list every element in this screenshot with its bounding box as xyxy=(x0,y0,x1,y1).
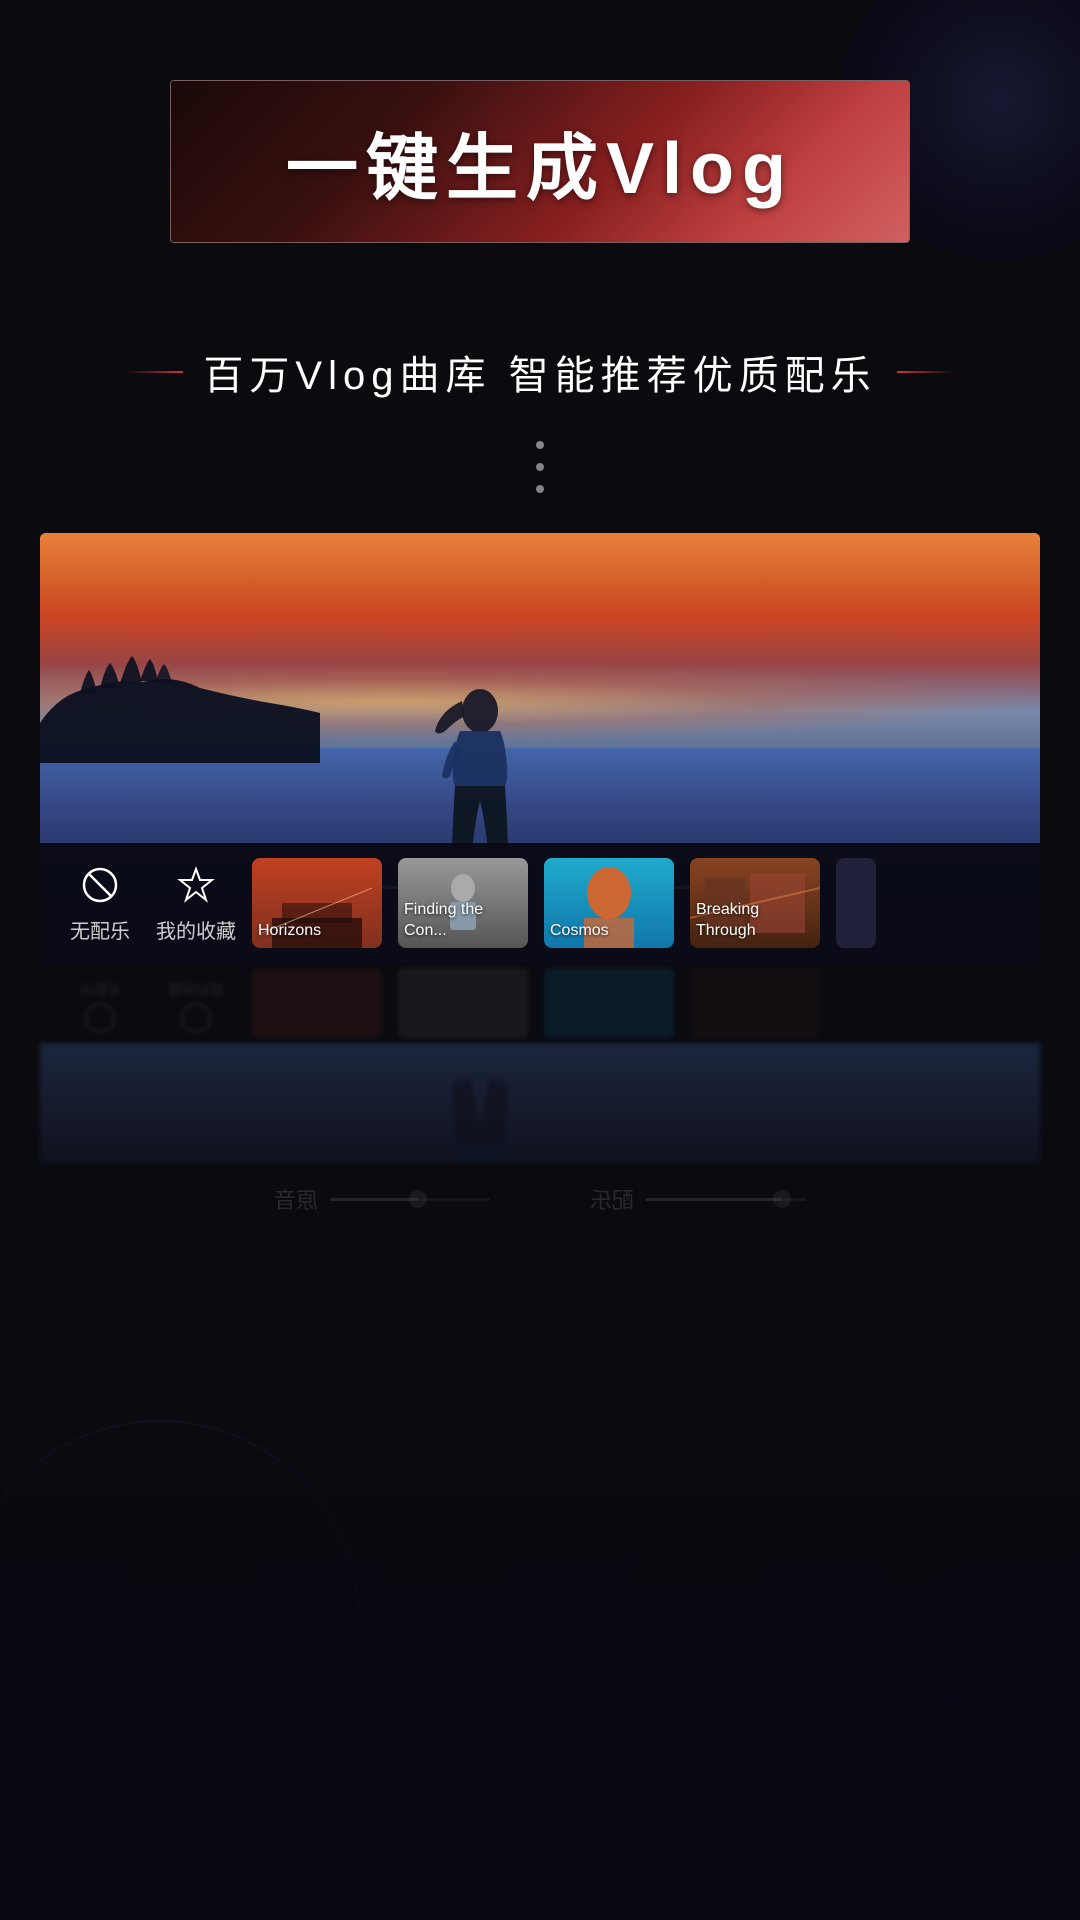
track-cosmos[interactable]: Cosmos xyxy=(544,858,674,948)
track-breaking-through[interactable]: Breaking Through xyxy=(690,858,820,948)
no-music-icon xyxy=(78,863,122,907)
track-horizons[interactable]: Horizons xyxy=(252,858,382,948)
dot-3 xyxy=(536,485,544,493)
reflection-silhouette xyxy=(420,1043,540,1163)
dots-indicator xyxy=(0,421,1080,533)
music-bar: 无配乐 我的收藏 xyxy=(40,843,1040,963)
vlog-banner: 一键生成Vlog xyxy=(170,80,910,243)
dot-2 xyxy=(536,463,544,471)
bg-decoration-bottom-right xyxy=(860,1560,1080,1840)
reflected-music-label: 配乐 xyxy=(590,1183,634,1215)
vlog-banner-inner: 一键生成Vlog xyxy=(171,81,909,242)
bg-decoration-arc xyxy=(0,1420,360,1820)
reflection-no-music: 无配乐 xyxy=(60,973,140,1033)
video-player: 原音 配乐 xyxy=(40,533,1040,963)
island-silhouette xyxy=(40,653,320,763)
favorites-icon xyxy=(174,863,218,907)
reflected-sliders: 原音 配乐 xyxy=(0,1163,1080,1235)
subtitle-line-right xyxy=(897,371,957,373)
track-finding-name: Finding the Con... xyxy=(404,900,522,942)
track-breaking-through-name: Breaking Through xyxy=(696,900,814,942)
subtitle-section: 百万Vlog曲库 智能推荐优质配乐 xyxy=(0,283,1080,421)
ban-icon xyxy=(80,865,120,905)
subtitle-line-left xyxy=(123,371,183,373)
reflection-track-2 xyxy=(398,968,528,1038)
video-frame: 原音 配乐 xyxy=(40,533,1040,963)
subtitle-text: 百万Vlog曲库 智能推荐优质配乐 xyxy=(203,343,876,401)
vlog-title: 一键生成Vlog xyxy=(286,109,794,214)
top-section: 一键生成Vlog xyxy=(0,0,1080,283)
reflection-track-1 xyxy=(252,968,382,1038)
favorites-option[interactable]: 我的收藏 xyxy=(156,863,236,944)
star-icon xyxy=(176,865,216,905)
track-cosmos-name: Cosmos xyxy=(550,921,668,942)
dot-1 xyxy=(536,441,544,449)
track-finding[interactable]: Finding the Con... xyxy=(398,858,528,948)
track-partial-thumbnail xyxy=(836,858,876,948)
no-music-label: 无配乐 xyxy=(70,915,130,944)
favorites-label: 我的收藏 xyxy=(156,915,236,944)
reflection-track-3 xyxy=(544,968,674,1038)
reflected-original-label: 原音 xyxy=(274,1183,318,1215)
no-music-option[interactable]: 无配乐 xyxy=(60,863,140,944)
reflection-favorites: 我的收藏 xyxy=(156,973,236,1033)
track-horizons-name: Horizons xyxy=(258,921,376,942)
track-partial[interactable] xyxy=(836,858,876,948)
reflection-track-4 xyxy=(690,968,820,1038)
reflection-area: 无配乐 我的收藏 xyxy=(40,963,1040,1163)
